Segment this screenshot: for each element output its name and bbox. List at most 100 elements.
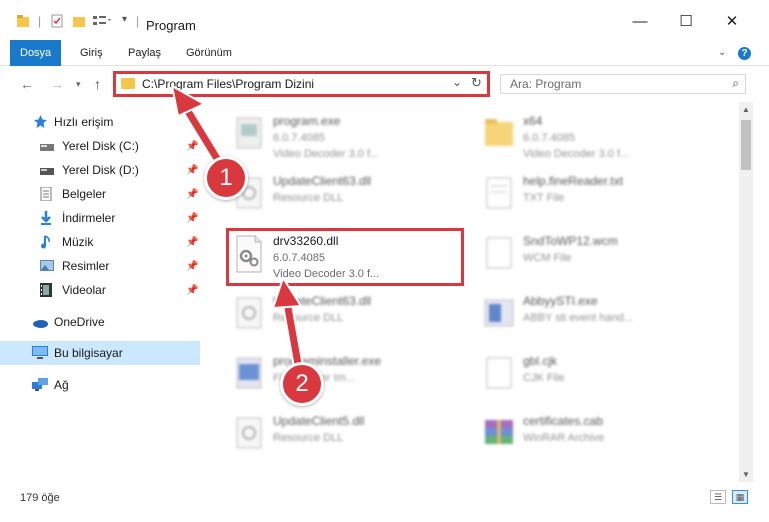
- computer-icon: [32, 346, 48, 359]
- file-meta: ABBY sti event hand...: [523, 312, 633, 324]
- file-item[interactable]: SndToWP12.wcm WCM File: [481, 230, 731, 284]
- nav-item-label: Müzik: [62, 235, 94, 249]
- generic-file-icon: [486, 357, 512, 389]
- nav-item-label: Resimler: [62, 259, 110, 273]
- new-folder-icon[interactable]: [72, 14, 86, 28]
- tab-giris[interactable]: Giriş: [80, 40, 103, 66]
- file-name: UpdateClient63.dll: [273, 174, 372, 188]
- refresh-icon[interactable]: ↻: [471, 75, 482, 91]
- help-icon[interactable]: ?: [738, 47, 751, 60]
- text-file-icon: [486, 177, 512, 209]
- view-options-icon[interactable]: [92, 14, 114, 28]
- folder-icon: [485, 119, 513, 146]
- window-title: Program: [146, 18, 196, 33]
- nav-item-label: Videolar: [62, 283, 106, 297]
- nav-item-local-disk-c[interactable]: Yerel Disk (C:) 📌: [0, 134, 200, 158]
- file-meta: 6.0.7.4085: [523, 132, 575, 144]
- file-meta: 6.0.7.4085: [273, 132, 325, 144]
- navigation-pane: Hızlı erişim Yerel Disk (C:) 📌 Yerel Dis…: [0, 102, 205, 482]
- nav-item-label: Ağ: [54, 378, 69, 392]
- separator: |: [136, 14, 140, 28]
- file-item[interactable]: programinstaller.exe Fineimaster Im...: [231, 350, 481, 404]
- nav-item-label: Bu bilgisayar: [54, 346, 123, 360]
- file-name: AbbyySTI.exe: [523, 294, 598, 308]
- file-item[interactable]: UpdateClient5.dll Resource DLL: [231, 410, 481, 464]
- exe-file-icon: [484, 299, 514, 327]
- nav-item-pictures[interactable]: Resimler 📌: [0, 254, 200, 278]
- tab-dosya[interactable]: Dosya: [10, 40, 62, 66]
- file-meta: Resource DLL: [273, 312, 344, 324]
- nav-item-music[interactable]: Müzik 📌: [0, 230, 200, 254]
- scroll-down-icon[interactable]: ▼: [742, 470, 750, 479]
- dll-file-icon: [236, 417, 262, 449]
- file-item[interactable]: program.exe 6.0.7.4085 Video Decoder 3.0…: [231, 110, 481, 164]
- generic-file-icon: [486, 237, 512, 269]
- exe-file-icon: [236, 117, 262, 149]
- chevron-down-icon[interactable]: ⌄: [452, 75, 462, 89]
- file-item[interactable]: UpdateClient63.dll Resource DLL: [231, 170, 481, 224]
- back-arrow-icon[interactable]: ←: [20, 76, 34, 92]
- item-count: 179 öğe: [20, 492, 60, 504]
- pictures-icon: [40, 260, 54, 272]
- nav-item-documents[interactable]: Belgeler 📌: [0, 182, 200, 206]
- file-name: UpdateClient63.dll: [273, 294, 372, 308]
- file-item[interactable]: x64 6.0.7.4085 Video Decoder 3.0 f...: [481, 110, 731, 164]
- nav-item-local-disk-d[interactable]: Yerel Disk (D:) 📌: [0, 158, 200, 182]
- nav-item-label: OneDrive: [54, 315, 105, 329]
- pin-icon: 📌: [186, 212, 199, 224]
- pin-icon: 📌: [186, 188, 199, 200]
- properties-icon[interactable]: [50, 14, 64, 28]
- tiles-view-icon[interactable]: ▦: [732, 490, 748, 504]
- file-item[interactable]: AbbyySTI.exe ABBY sti event hand...: [481, 290, 731, 344]
- scroll-thumb[interactable]: [741, 120, 751, 170]
- tab-paylas[interactable]: Paylaş: [128, 40, 161, 66]
- details-view-icon[interactable]: ☰: [710, 490, 726, 504]
- file-item[interactable]: certificates.cab WinRAR Archive: [481, 410, 731, 464]
- status-bar: 179 öğe ☰ ▦: [0, 482, 769, 522]
- close-button[interactable]: ✕: [717, 12, 747, 32]
- file-item[interactable]: help.fineReader.txt TXT File: [481, 170, 731, 224]
- file-item[interactable]: UpdateClient63.dll Resource DLL: [231, 290, 481, 344]
- drive-icon: [40, 141, 54, 153]
- scroll-up-icon[interactable]: ▲: [742, 105, 750, 114]
- file-meta: Video Decoder 3.0 f...: [523, 148, 630, 160]
- file-highlight-frame: [226, 228, 464, 286]
- minimize-button[interactable]: —: [625, 12, 655, 32]
- dll-file-icon: [236, 297, 262, 329]
- nav-item-this-pc[interactable]: Bu bilgisayar: [0, 341, 200, 365]
- cloud-icon: [32, 317, 48, 329]
- drive-icon: [40, 165, 54, 177]
- address-path[interactable]: C:\Program Files\Program Dizini: [142, 77, 314, 91]
- nav-item-videos[interactable]: Videolar 📌: [0, 278, 200, 302]
- forward-arrow-icon[interactable]: →: [50, 76, 64, 92]
- installer-file-icon: [236, 357, 262, 389]
- nav-item-quick-access[interactable]: Hızlı erişim: [0, 110, 200, 134]
- step-2-badge: 2: [280, 362, 324, 406]
- file-name: program.exe: [273, 114, 341, 128]
- nav-item-onedrive[interactable]: OneDrive: [0, 310, 200, 334]
- nav-item-network[interactable]: Ağ: [0, 373, 200, 397]
- address-bar[interactable]: C:\Program Files\Program Dizini ⌄ ↻: [113, 71, 490, 97]
- file-list: program.exe 6.0.7.4085 Video Decoder 3.0…: [205, 102, 739, 482]
- search-input[interactable]: Ara: Program: [510, 77, 581, 91]
- expand-ribbon-icon[interactable]: ⌄: [718, 40, 726, 66]
- customize-toolbar-icon[interactable]: ▾: [122, 14, 127, 25]
- pin-icon: 📌: [186, 164, 199, 176]
- nav-item-downloads[interactable]: İndirmeler 📌: [0, 206, 200, 230]
- file-meta: TXT File: [523, 192, 565, 204]
- music-icon: [40, 235, 53, 249]
- file-meta: Resource DLL: [273, 192, 344, 204]
- title-bar: | ▾ | Program — ☐ ✕: [0, 0, 769, 40]
- file-item[interactable]: gbl.cjk CJK File: [481, 350, 731, 404]
- file-meta: WCM File: [523, 252, 572, 264]
- search-box[interactable]: Ara: Program ⌕: [500, 74, 746, 94]
- pin-icon: 📌: [186, 140, 199, 152]
- pin-icon: 📌: [186, 284, 199, 296]
- up-arrow-icon[interactable]: ↑: [94, 76, 101, 92]
- tab-gorunum[interactable]: Görünüm: [186, 40, 232, 66]
- vertical-scrollbar[interactable]: ▲ ▼: [739, 102, 753, 482]
- videos-icon: [40, 283, 53, 297]
- download-icon: [40, 211, 53, 225]
- recent-locations-icon[interactable]: ▾: [76, 79, 81, 90]
- maximize-button[interactable]: ☐: [671, 12, 701, 32]
